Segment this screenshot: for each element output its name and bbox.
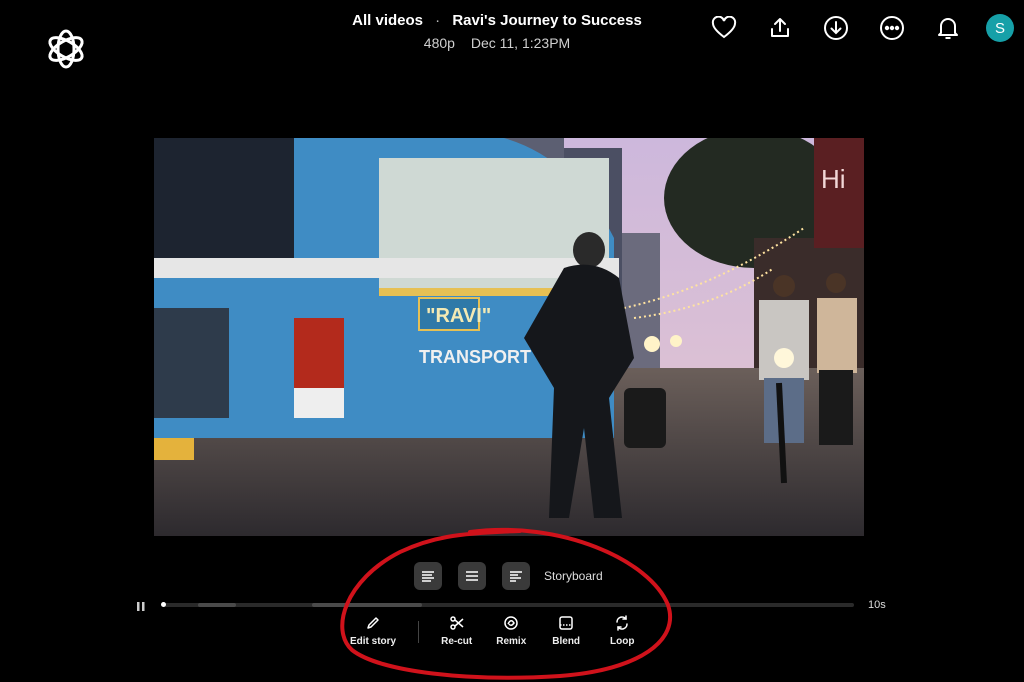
upload-icon (771, 18, 789, 37)
download-icon (824, 16, 848, 40)
edit-toolbar: Edit story Re-cut Remix Blend Loop (350, 615, 634, 647)
pause-button[interactable] (136, 599, 146, 611)
align-left-icon (510, 571, 522, 582)
breadcrumb-separator: · (435, 12, 441, 29)
bus-sign: "RAVI" (426, 305, 491, 327)
bus-text: TRANSPORT (419, 347, 531, 367)
notifications-button[interactable] (930, 12, 966, 44)
shop-sign: Hi (821, 164, 846, 194)
loop-button[interactable]: Loop (610, 615, 634, 647)
top-actions: S (686, 12, 1014, 44)
pause-icon (137, 602, 145, 611)
layout-justify-button[interactable] (414, 562, 442, 590)
video-player[interactable]: Hi "RAVI" TRANSPORT (154, 138, 864, 536)
layout-align-left-button[interactable] (502, 562, 530, 590)
resolution-label: 480p (423, 35, 455, 51)
favorite-button[interactable] (706, 12, 742, 44)
heart-icon (711, 16, 737, 39)
edit-story-button[interactable]: Edit story (350, 615, 396, 647)
blend-icon (559, 616, 573, 630)
storyboard-row: Storyboard (414, 562, 603, 590)
video-title: Ravi's Journey to Success (452, 12, 642, 29)
list-icon (466, 571, 478, 581)
bell-icon (938, 18, 958, 39)
playhead-handle[interactable] (161, 602, 166, 607)
remix-icon (504, 616, 518, 630)
timeline-segment (198, 603, 236, 607)
edit-story-label: Edit story (350, 636, 397, 647)
timestamp-label: Dec 11, 1:23PM (470, 35, 571, 51)
breadcrumb-all-videos[interactable]: All videos (352, 12, 423, 29)
loop-icon (616, 615, 629, 631)
timeline-segment (312, 603, 422, 607)
more-button[interactable] (874, 12, 910, 44)
download-button[interactable] (818, 12, 854, 44)
remix-label: Remix (496, 636, 527, 647)
blend-button[interactable]: Blend (552, 615, 580, 647)
more-icon (880, 16, 904, 40)
user-avatar[interactable]: S (986, 14, 1014, 42)
toolbar-divider (418, 621, 420, 643)
remix-button[interactable]: Remix (496, 615, 526, 647)
blend-label: Blend (552, 636, 581, 647)
share-button[interactable] (762, 12, 798, 44)
storyboard-label[interactable]: Storyboard (544, 569, 603, 583)
duration-label: 10s (868, 599, 886, 611)
align-justify-icon (422, 571, 434, 582)
re-cut-button[interactable]: Re-cut (441, 615, 472, 647)
loop-label: Loop (610, 636, 635, 647)
timeline-scrubber[interactable] (161, 602, 854, 607)
layout-list-button[interactable] (458, 562, 486, 590)
pencil-icon (367, 617, 379, 629)
re-cut-label: Re-cut (441, 636, 473, 647)
scissors-icon (449, 616, 464, 630)
